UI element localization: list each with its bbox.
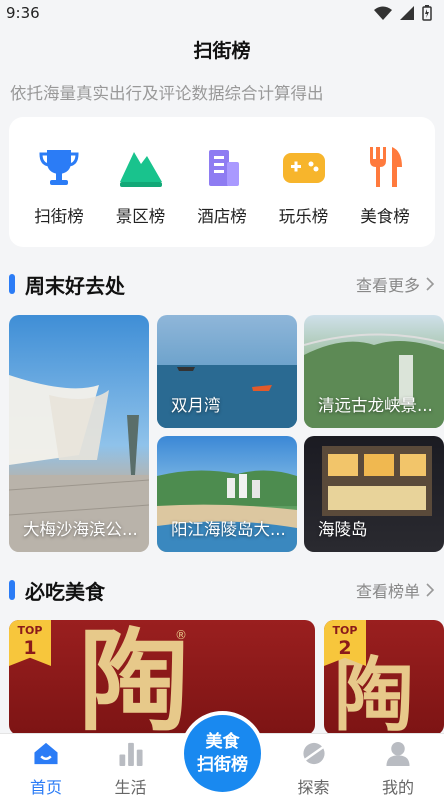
category-item-scenic[interactable]: 景区榜 [105, 145, 177, 247]
food-card[interactable]: 陶 ® TOP 1 [9, 620, 315, 735]
page-subtitle: 依托海量真实出行及评论数据综合计算得出 [10, 84, 324, 103]
signal-icon [400, 6, 414, 20]
place-tile[interactable]: 大梅沙海滨公... [9, 315, 149, 552]
more-label: 查看更多 [355, 276, 420, 295]
place-label: 阳江海陵岛大... [171, 520, 286, 539]
weekend-title: 周末好去处 [25, 273, 125, 298]
section-accent-bar [9, 580, 15, 600]
trophy-icon [35, 145, 83, 189]
place-tile[interactable]: 阳江海陵岛大... [157, 436, 297, 552]
chevron-right-icon [426, 277, 435, 291]
section-title: 必吃美食 [9, 576, 105, 605]
rank-badge: TOP 1 [9, 620, 51, 666]
place-tile[interactable]: 清远古龙峡景... [304, 315, 444, 428]
nav-explore[interactable]: 探索 [276, 734, 352, 798]
nav-life[interactable]: 生活 [93, 734, 169, 798]
nav-mine[interactable]: 我的 [360, 734, 436, 798]
nav-home[interactable]: 首页 [8, 734, 84, 798]
category-label: 酒店榜 [197, 207, 247, 226]
food-logo-glyph: 陶 [334, 648, 414, 735]
status-icons [374, 5, 432, 21]
food-section-header: 必吃美食 查看榜单 [9, 576, 435, 604]
status-time: 9:36 [6, 4, 40, 22]
page-title: 扫街榜 [193, 40, 251, 62]
nav-label: 生活 [114, 778, 147, 797]
nav-label: 我的 [381, 778, 414, 797]
hotel-building-icon [198, 145, 246, 189]
center-line2: 扫街榜 [197, 754, 248, 775]
fork-knife-icon [361, 145, 409, 189]
place-label: 双月湾 [171, 396, 221, 415]
nav-label: 首页 [29, 778, 62, 797]
weekend-more-link[interactable]: 查看更多 [356, 272, 435, 296]
status-bar: 9:36 [0, 0, 444, 26]
nav-label: 探索 [297, 778, 330, 797]
section-accent-bar [9, 274, 15, 294]
food-more-link[interactable]: 查看榜单 [356, 578, 435, 602]
bar-chart-icon [118, 742, 143, 766]
center-line1: 美食 [205, 731, 240, 752]
weekend-section-header: 周末好去处 查看更多 [9, 270, 435, 298]
badge-top: TOP [332, 624, 358, 637]
battery-icon [422, 5, 432, 21]
food-card[interactable]: 陶 TOP 2 [324, 620, 444, 735]
category-card: 扫街榜 景区榜 酒店榜 玩乐榜 美食榜 [9, 117, 435, 247]
section-title: 周末好去处 [9, 270, 125, 299]
planet-icon [302, 742, 325, 765]
place-label: 海陵岛 [318, 520, 368, 539]
category-item-saojie[interactable]: 扫街榜 [23, 145, 95, 247]
wifi-icon [374, 6, 392, 20]
category-item-food[interactable]: 美食榜 [349, 145, 421, 247]
user-icon [386, 741, 410, 766]
food-title: 必吃美食 [25, 579, 105, 604]
registered-mark: ® [175, 628, 187, 642]
category-label: 扫街榜 [34, 207, 84, 226]
place-label: 大梅沙海滨公... [23, 520, 138, 539]
badge-top: TOP [17, 624, 43, 637]
gamepad-icon [280, 145, 328, 189]
category-item-hotel[interactable]: 酒店榜 [186, 145, 258, 247]
badge-rank: 2 [338, 637, 352, 659]
category-label: 美食榜 [360, 207, 410, 226]
badge-rank: 1 [23, 637, 37, 659]
food-ranking-center-button[interactable]: 美食 扫街榜 [180, 711, 265, 796]
place-tile[interactable]: 海陵岛 [304, 436, 444, 552]
place-label: 清远古龙峡景... [318, 396, 433, 415]
home-icon [34, 742, 58, 765]
more-label: 查看榜单 [355, 582, 420, 601]
place-tile[interactable]: 双月湾 [157, 315, 297, 428]
chevron-right-icon [426, 583, 435, 597]
category-label: 景区榜 [115, 207, 166, 226]
mountain-icon [117, 145, 165, 189]
category-label: 玩乐榜 [278, 207, 329, 226]
category-item-fun[interactable]: 玩乐榜 [268, 145, 340, 247]
food-logo-glyph: 陶 [79, 620, 189, 736]
